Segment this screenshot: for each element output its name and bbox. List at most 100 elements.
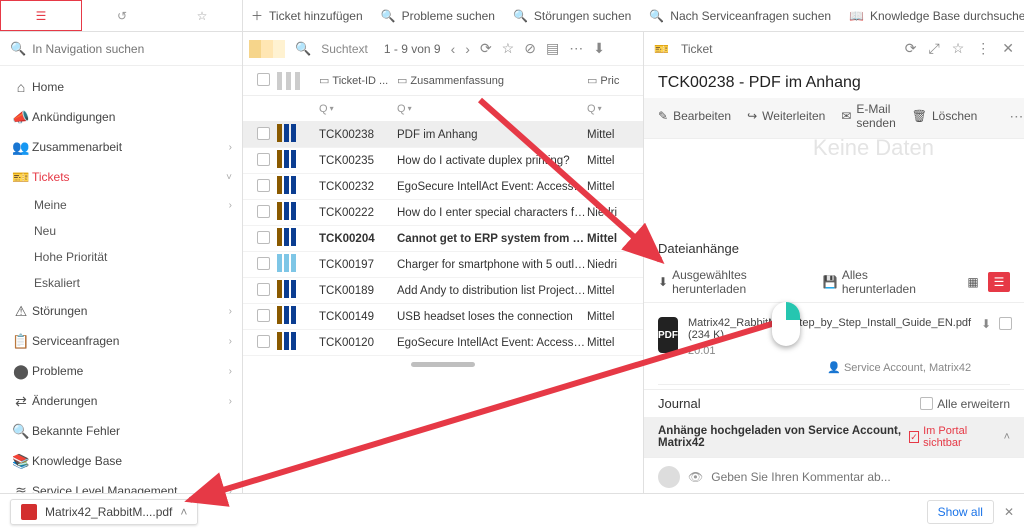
refresh-icon[interactable]: ⟳ xyxy=(905,40,917,57)
row-summary: EgoSecure IntellAct Event: Access Denied… xyxy=(397,337,587,349)
delete-button[interactable]: 🗑Löschen xyxy=(912,109,978,123)
download-icon[interactable]: ⬇ xyxy=(593,40,605,57)
ticket-row[interactable]: TCK00238PDF im AnhangMittel xyxy=(243,122,643,148)
topbar-action[interactable]: 🔍Probleme suchen xyxy=(381,9,495,23)
ticket-row[interactable]: TCK00235How do I activate duplex printin… xyxy=(243,148,643,174)
row-checkbox[interactable] xyxy=(257,179,270,192)
nav-item[interactable]: ≋Service Level Management› xyxy=(0,476,242,493)
file-checkbox[interactable] xyxy=(999,317,1012,330)
download-chip[interactable]: Matrix42_RabbitM....pdf ˄ xyxy=(10,499,198,525)
refresh-icon[interactable]: ⟳ xyxy=(480,40,492,57)
star-icon[interactable]: ☆ xyxy=(952,40,965,57)
row-checkbox[interactable] xyxy=(257,127,270,140)
journal-entry[interactable]: Anhänge hochgeladen von Service Account,… xyxy=(644,417,1024,457)
topbar-action[interactable]: 🔍Nach Serviceanfragen suchen xyxy=(649,9,831,23)
col-priority[interactable]: ▭Pric xyxy=(587,74,637,87)
row-checkbox[interactable] xyxy=(257,335,270,348)
row-checkbox[interactable] xyxy=(257,309,270,322)
row-lanes xyxy=(277,254,319,275)
sidebar-search-input[interactable] xyxy=(32,42,232,56)
nav-sub-item[interactable]: Hohe Priorität xyxy=(34,244,242,270)
detail-toolbar: 🎫 Ticket ⟳ ⤢ ☆ ⋮ ✕ xyxy=(644,32,1024,66)
scrollbar[interactable] xyxy=(411,362,475,367)
list-search-label[interactable]: Suchtext xyxy=(321,42,368,56)
topbar-action[interactable]: 🔍Störungen suchen xyxy=(513,9,631,23)
link-icon[interactable]: ⊘ xyxy=(524,40,536,57)
nav-item[interactable]: 📣Ankündigungen xyxy=(0,102,242,132)
chevron-up-icon[interactable]: ˄ xyxy=(180,505,187,519)
download-selected-button[interactable]: ⬇Ausgewähltes herunterladen xyxy=(658,268,809,296)
star-icon[interactable]: ☆ xyxy=(502,40,515,57)
nav-item[interactable]: 📚Knowledge Base xyxy=(0,446,242,476)
eye-icon[interactable]: 👁 xyxy=(688,470,703,484)
more-icon[interactable]: ⋮ xyxy=(976,40,990,57)
sidebar-tab-favorites[interactable]: ☆ xyxy=(162,0,242,31)
forward-button[interactable]: ↪Weiterleiten xyxy=(747,109,825,123)
ticket-row[interactable]: TCK00189Add Andy to distribution list Pr… xyxy=(243,278,643,304)
prev-icon[interactable]: ‹ xyxy=(451,41,456,57)
nav-item[interactable]: ⚠Störungen› xyxy=(0,296,242,326)
edit-button[interactable]: ✎Bearbeiten xyxy=(658,109,731,123)
row-priority: Mittel xyxy=(587,285,637,297)
expand-all-toggle[interactable]: Alle erweitern xyxy=(920,397,1010,411)
search-icon[interactable]: 🔍 xyxy=(295,41,311,57)
download-file-icon[interactable]: ⬇ xyxy=(981,317,991,374)
nav-item[interactable]: ⇄Änderungen› xyxy=(0,386,242,416)
ticket-row[interactable]: TCK00197Charger for smartphone with 5 ou… xyxy=(243,252,643,278)
topbar-action[interactable]: ＋Ticket hinzufügen xyxy=(251,7,363,24)
row-checkbox[interactable] xyxy=(257,153,270,166)
row-priority: Niedri xyxy=(587,259,637,271)
more-icon[interactable]: ⋯ xyxy=(569,40,583,57)
next-icon[interactable]: › xyxy=(465,41,470,57)
filter-priority[interactable]: Q▾ xyxy=(587,103,637,115)
forward-icon: ↪ xyxy=(747,109,757,123)
ticket-row[interactable]: TCK00232EgoSecure IntellAct Event: Acces… xyxy=(243,174,643,200)
nav-item[interactable]: 👥Zusammenarbeit› xyxy=(0,132,242,162)
download-all-button[interactable]: 💾Alles herunterladen xyxy=(823,268,934,296)
nav-sub-item[interactable]: Neu xyxy=(34,218,242,244)
row-checkbox[interactable] xyxy=(257,257,270,270)
filter-id[interactable]: Q▾ xyxy=(319,103,397,115)
select-all-checkbox[interactable] xyxy=(257,73,270,86)
close-icon[interactable]: ✕ xyxy=(1002,40,1014,57)
ticket-row[interactable]: TCK00204Cannot get to ERP system from ho… xyxy=(243,226,643,252)
row-checkbox[interactable] xyxy=(257,283,270,296)
avatar xyxy=(658,466,680,488)
nav-item[interactable]: 🎫Tickets˅ xyxy=(0,162,242,192)
nav-sub-item[interactable]: Meine› xyxy=(34,192,242,218)
more-actions-icon[interactable]: ⋯ xyxy=(1009,108,1023,125)
lanes-header[interactable] xyxy=(277,72,319,90)
close-downloads-icon[interactable]: ✕ xyxy=(1004,505,1014,519)
col-ticket-id[interactable]: ▭Ticket-ID ... xyxy=(319,74,397,87)
nav-item[interactable]: 📋Serviceanfragen› xyxy=(0,326,242,356)
sidebar-tab-list[interactable]: ☰ xyxy=(0,0,82,31)
row-lanes xyxy=(277,202,319,223)
filter-summary[interactable]: Q▾ xyxy=(397,103,587,115)
nav-item[interactable]: ⬤Probleme› xyxy=(0,356,242,386)
export-icon[interactable]: ▤ xyxy=(546,40,559,57)
nav-sub-item[interactable]: Eskaliert xyxy=(34,270,242,296)
color-filter[interactable] xyxy=(249,40,285,58)
nav-item[interactable]: ⌂Home xyxy=(0,72,242,102)
row-lanes xyxy=(277,228,319,249)
nav-item[interactable]: 🔍Bekannte Fehler xyxy=(0,416,242,446)
expand-icon[interactable]: ⤢ xyxy=(929,40,940,57)
grid-view-button[interactable]: ▦ xyxy=(962,272,984,292)
attachment-item[interactable]: PDF Matrix42_RabbitMQ_Step_by_Step_Insta… xyxy=(658,317,1010,385)
chevron-icon: ˅ xyxy=(226,172,232,183)
comment-input[interactable] xyxy=(711,470,1010,484)
ticket-row[interactable]: TCK00120EgoSecure IntellAct Event: Acces… xyxy=(243,330,643,356)
list-view-button[interactable]: ☰ xyxy=(988,272,1010,292)
show-all-button[interactable]: Show all xyxy=(927,500,994,524)
nav-label: Service Level Management xyxy=(32,484,229,493)
portal-visible-toggle[interactable]: ✓Im Portal sichtbar˄ xyxy=(909,425,1010,449)
ticket-row[interactable]: TCK00222How do I enter special character… xyxy=(243,200,643,226)
sidebar-tab-history[interactable]: ↺ xyxy=(82,0,162,31)
mail-button[interactable]: ✉E-Mail senden xyxy=(841,102,895,130)
topbar-action[interactable]: 📖Knowledge Base durchsuchen xyxy=(849,9,1024,23)
col-summary[interactable]: ▭Zusammenfassung xyxy=(397,74,587,87)
ticket-row[interactable]: TCK00149USB headset loses the connection… xyxy=(243,304,643,330)
chevron-icon: › xyxy=(229,366,232,377)
row-checkbox[interactable] xyxy=(257,231,270,244)
row-checkbox[interactable] xyxy=(257,205,270,218)
